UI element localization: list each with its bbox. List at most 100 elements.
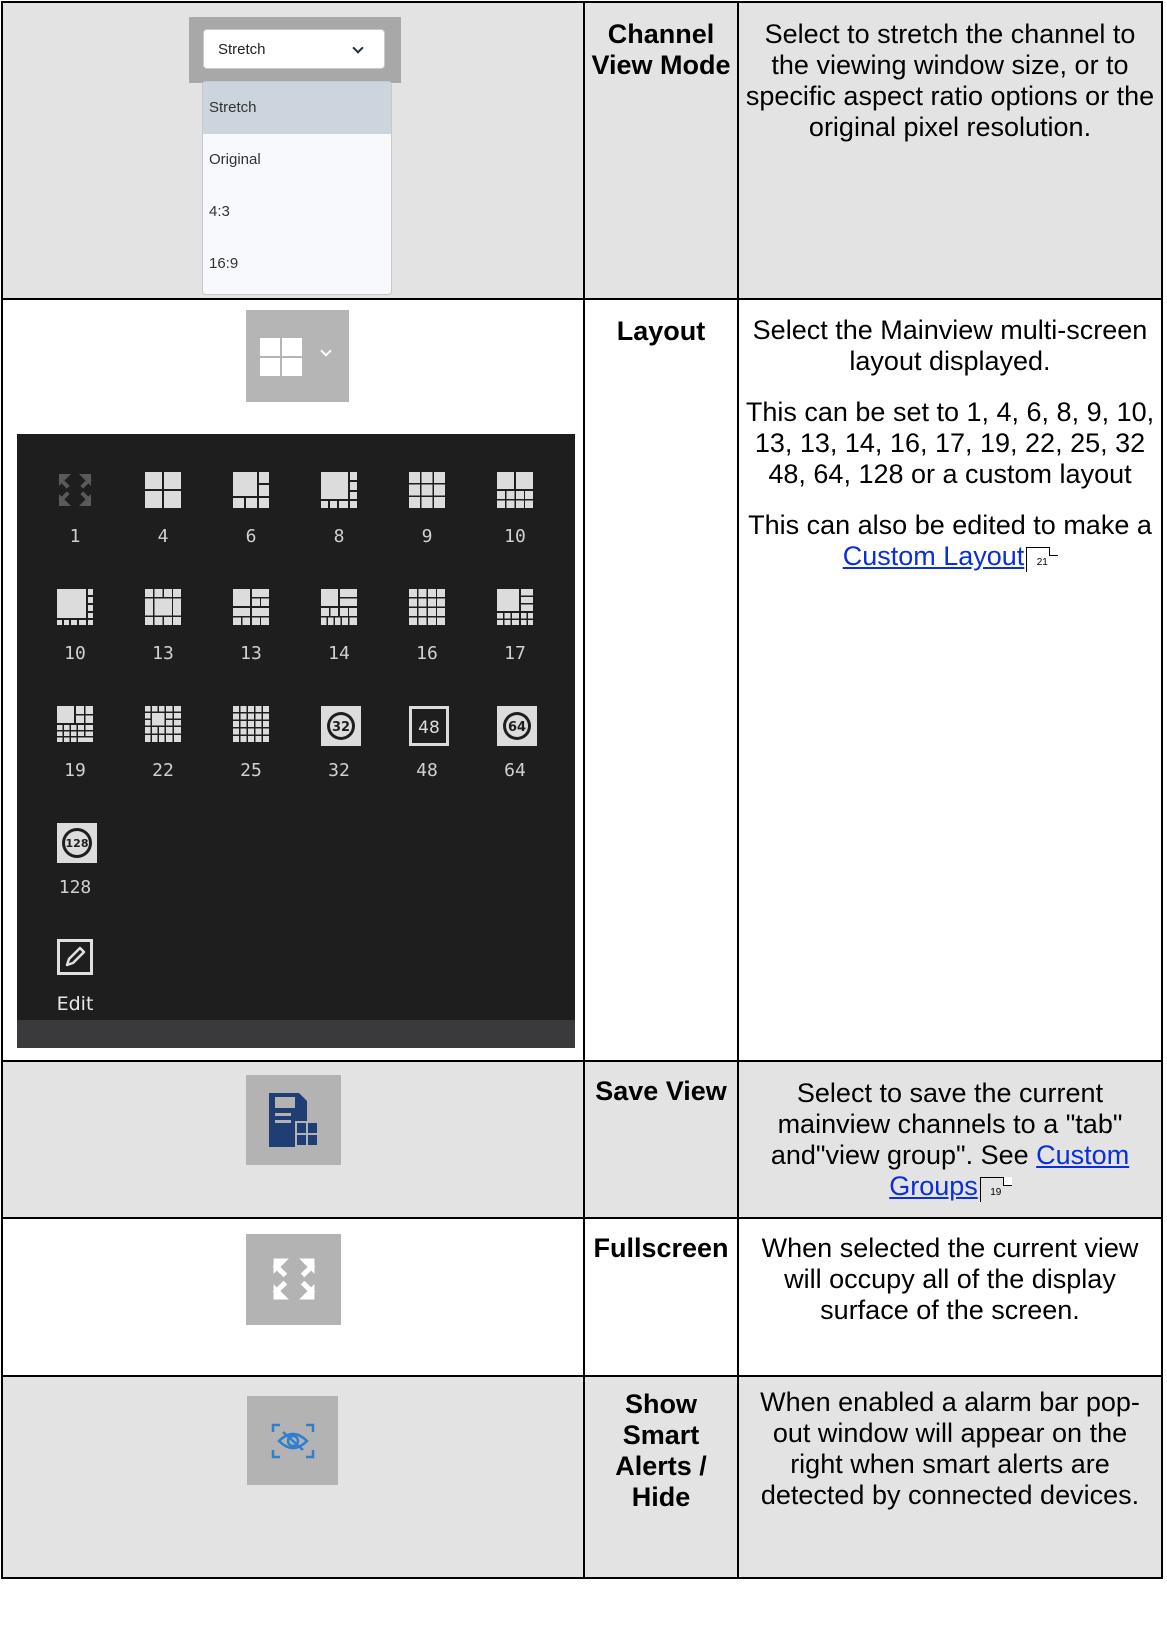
feature-description: Select to stretch the channel to the vie…: [737, 1, 1163, 300]
layout-option-14[interactable]: 14: [299, 589, 379, 689]
save-view-button[interactable]: [246, 1075, 341, 1165]
description-text: When enabled a alarm bar pop-out window …: [760, 1387, 1140, 1510]
layout-label: 22: [152, 760, 174, 781]
smart-alerts-button[interactable]: [247, 1396, 338, 1485]
layout-label: 13: [152, 643, 174, 664]
option-original[interactable]: Original: [203, 134, 391, 186]
layout-option-6[interactable]: 6: [211, 472, 291, 572]
feature-name: Channel View Mode: [583, 1, 739, 300]
grid-128-icon: 128: [57, 823, 97, 863]
description-text: When selected the current view will occu…: [761, 1233, 1139, 1325]
layout-label: 1: [69, 526, 81, 547]
svg-text:128: 128: [66, 837, 89, 850]
option-stretch[interactable]: Stretch: [203, 82, 391, 134]
description-text: Select to save the current mainview chan…: [739, 1078, 1161, 1202]
custom-layout-link[interactable]: Custom Layout: [843, 541, 1025, 571]
layout-option-8[interactable]: 8: [299, 472, 379, 572]
layout-option-25[interactable]: 25: [211, 706, 291, 806]
image-cell: 1 4 6 8 9 10 10 13 13 14 16 17 19 22 25 …: [1, 298, 585, 1062]
grid-32-icon: 32: [321, 706, 361, 746]
layout-label: 64: [504, 760, 526, 781]
layout-label: 8: [333, 526, 345, 547]
description-text: Select the Mainview multi-screen layout …: [752, 315, 1148, 376]
layout-option-16[interactable]: 16: [387, 589, 467, 689]
layout-label: 48: [416, 760, 438, 781]
image-cell: Stretch Stretch Original 4:3 16:9: [1, 1, 585, 300]
feature-description: Select the Mainview multi-screen layout …: [737, 298, 1163, 1062]
layout-option-128[interactable]: 128 128: [35, 823, 115, 923]
image-cell: [1, 1375, 585, 1579]
layout-label: 32: [328, 760, 350, 781]
feature-name: Show Smart Alerts / Hide: [583, 1375, 739, 1579]
description-text: Select to stretch the channel to the vie…: [745, 19, 1155, 142]
view-mode-options: Stretch Original 4:3 16:9: [202, 81, 392, 295]
grid-48-icon: 48: [409, 706, 449, 746]
feature-name: Fullscreen: [583, 1217, 739, 1377]
feature-description: When selected the current view will occu…: [737, 1217, 1163, 1377]
row-layout: 1 4 6 8 9 10 10 13 13 14 16 17 19 22 25 …: [1, 298, 1163, 1062]
grid-17-icon: [497, 589, 533, 625]
layout-option-48[interactable]: 48 48: [387, 706, 467, 806]
row-fullscreen: Fullscreen When selected the current vie…: [1, 1217, 1163, 1377]
page-ref-icon: 21: [1026, 547, 1059, 572]
layout-option-9[interactable]: 9: [387, 472, 467, 572]
svg-text:48: 48: [418, 718, 440, 738]
layout-option-17[interactable]: 17: [475, 589, 555, 689]
fullscreen-button[interactable]: [246, 1234, 341, 1325]
layout-label: 10: [504, 526, 526, 547]
chevron-down-icon: [352, 42, 364, 54]
fullscreen-icon: [272, 1258, 316, 1300]
layout-label: 10: [64, 643, 86, 664]
layout-label: 25: [240, 760, 262, 781]
feature-description: When enabled a alarm bar pop-out window …: [737, 1375, 1163, 1579]
layout-option-1[interactable]: 1: [35, 472, 115, 572]
grid-6-icon: [233, 472, 269, 508]
svg-text:32: 32: [332, 720, 350, 735]
option-16-9[interactable]: 16:9: [203, 238, 391, 290]
layout-label: 128: [58, 877, 92, 898]
layout-label: 4: [157, 526, 169, 547]
layout-button[interactable]: [246, 310, 349, 402]
grid-10-icon: [497, 472, 533, 508]
grid-19-icon: [57, 706, 93, 742]
expand-icon: [58, 474, 92, 506]
layout-label: 13: [240, 643, 262, 664]
grid-9-icon: [409, 472, 445, 508]
layout-option-19[interactable]: 19: [35, 706, 115, 806]
grid-16-icon: [409, 589, 445, 625]
layout-option-32[interactable]: 32 32: [299, 706, 379, 806]
row-channel-view-mode: Stretch Stretch Original 4:3 16:9 Channe…: [1, 1, 1163, 300]
dropdown-frame: Stretch: [189, 17, 401, 83]
edit-icon: [57, 939, 93, 975]
layout-option-10-alt[interactable]: 10: [35, 589, 115, 689]
option-4-3[interactable]: 4:3: [203, 186, 391, 238]
layout-option-13[interactable]: 13: [123, 589, 203, 689]
chevron-down-icon: [320, 345, 332, 357]
row-smart-alerts: Show Smart Alerts / Hide When enabled a …: [1, 1375, 1163, 1579]
layout-label: 17: [504, 643, 526, 664]
layout-option-10[interactable]: 10: [475, 472, 555, 572]
layout-option-22[interactable]: 22: [123, 706, 203, 806]
layout-label: 19: [64, 760, 86, 781]
layout-label: 14: [328, 643, 350, 664]
svg-text:64: 64: [508, 720, 526, 735]
layout-option-13-alt[interactable]: 13: [211, 589, 291, 689]
smart-alert-eye-icon: [271, 1423, 315, 1459]
grid-13-icon: [145, 589, 181, 625]
description-prefix: This can also be edited to make a: [748, 510, 1152, 540]
feature-name: Save View: [583, 1060, 739, 1219]
layout-option-64[interactable]: 64 64: [475, 706, 555, 806]
grid-25-icon: [233, 706, 269, 742]
feature-name: Layout: [583, 298, 739, 1062]
select-value: Stretch: [218, 41, 266, 58]
layout-menu-panel: 1 4 6 8 9 10 10 13 13 14 16 17 19 22 25 …: [17, 434, 575, 1048]
view-mode-select[interactable]: Stretch: [203, 29, 385, 69]
layout-option-4[interactable]: 4: [123, 472, 203, 572]
panel-footer-bar: [17, 1020, 575, 1048]
save-view-icon: [269, 1093, 317, 1147]
layout-label: 16: [416, 643, 438, 664]
grid-10-alt-icon: [57, 589, 93, 625]
image-cell: [1, 1217, 585, 1377]
layout-label: 9: [421, 526, 433, 547]
grid-22-icon: [145, 706, 181, 742]
